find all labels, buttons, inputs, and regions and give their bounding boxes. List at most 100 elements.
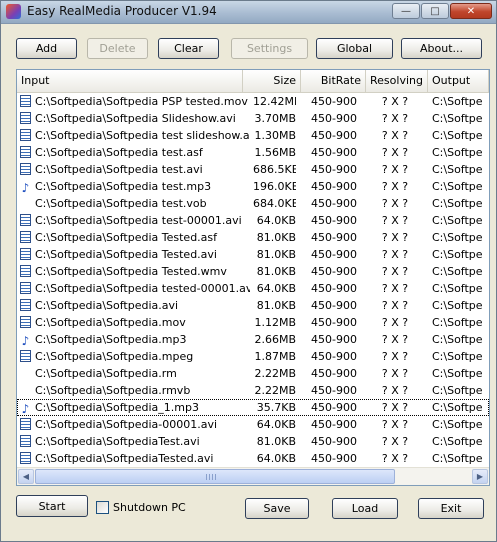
video-file-icon xyxy=(20,146,31,158)
column-header-input[interactable]: Input xyxy=(17,70,243,92)
cell-input: C:\Softpedia\Softpedia.mpeg xyxy=(20,348,250,365)
window-title: Easy RealMedia Producer V1.94 xyxy=(27,4,217,18)
cell-bitrate: 450-900 xyxy=(311,384,357,397)
save-button[interactable]: Save xyxy=(245,498,309,519)
input-path: C:\Softpedia\Softpedia.rmvb xyxy=(35,384,191,397)
cell-resolving: ? X ? xyxy=(381,214,409,227)
cell-size: 81.0KB xyxy=(256,248,296,261)
cell-output: C:\Softpe xyxy=(432,333,483,346)
list-item[interactable]: C:\Softpedia\Softpedia test slideshow.av… xyxy=(17,127,489,144)
list-item[interactable]: C:\Softpedia\Softpedia test.vob 684.0KB 45… xyxy=(17,195,489,212)
global-button[interactable]: Global xyxy=(316,38,393,59)
horizontal-scrollbar[interactable]: ◀ ▶ xyxy=(17,467,489,485)
close-icon[interactable]: ✕ xyxy=(450,3,492,19)
load-button[interactable]: Load xyxy=(332,498,398,519)
scroll-right-icon[interactable]: ▶ xyxy=(472,469,488,484)
input-path: C:\Softpedia\Softpedia test-00001.avi xyxy=(35,214,242,227)
add-button[interactable]: Add xyxy=(16,38,77,59)
list-item[interactable]: ♪ C:\Softpedia\Softpedia.mp3 2.66MB 450-900… xyxy=(17,331,489,348)
cell-bitrate: 450-900 xyxy=(311,197,357,210)
cell-output: C:\Softpe xyxy=(432,180,483,193)
column-header-output[interactable]: Output xyxy=(428,70,489,92)
cell-resolving: ? X ? xyxy=(381,452,409,465)
cell-input: C:\Softpedia\Softpedia Slideshow.avi xyxy=(20,110,250,127)
cell-size: 2.22MB xyxy=(254,367,296,380)
list-item[interactable]: C:\Softpedia\Softpedia PSP tested.mov 12.… xyxy=(17,93,489,110)
list-item[interactable]: ♪ C:\Softpedia\Softpedia_1.mp3 35.7KB 450-9… xyxy=(17,399,489,416)
blank-file-icon xyxy=(20,384,31,396)
column-header-resolving[interactable]: Resolving xyxy=(366,70,428,92)
cell-output: C:\Softpe xyxy=(432,231,483,244)
blank-file-icon xyxy=(20,197,31,209)
list-item[interactable]: C:\Softpedia\Softpedia.rmvb 2.22MB 450-900… xyxy=(17,382,489,399)
cell-size: 3.70MB xyxy=(254,112,296,125)
list-item[interactable]: C:\Softpedia\Softpedia tested-00001.avi 6… xyxy=(17,280,489,297)
list-item[interactable]: C:\Softpedia\Softpedia Tested.asf 81.0KB 4… xyxy=(17,229,489,246)
cell-resolving: ? X ? xyxy=(381,197,409,210)
maximize-icon[interactable]: □ xyxy=(421,3,449,19)
list-item[interactable]: C:\Softpedia\SoftpediaTested.avi 64.0KB 45… xyxy=(17,450,489,467)
list-item[interactable]: C:\Softpedia\Softpedia test-00001.avi 64.… xyxy=(17,212,489,229)
cell-bitrate: 450-900 xyxy=(311,231,357,244)
input-path: C:\Softpedia\Softpedia.rm xyxy=(35,367,177,380)
music-file-icon: ♪ xyxy=(21,402,30,416)
clear-button[interactable]: Clear xyxy=(158,38,219,59)
cell-size: 81.0KB xyxy=(256,435,296,448)
cell-bitrate: 450-900 xyxy=(311,112,357,125)
list-item[interactable]: C:\Softpedia\Softpedia.mpeg 1.87MB 450-900… xyxy=(17,348,489,365)
video-file-icon xyxy=(20,248,31,260)
cell-size: 686.5KB xyxy=(253,163,296,176)
cell-input: C:\Softpedia\Softpedia.avi xyxy=(20,297,250,314)
cell-input: C:\Softpedia\SoftpediaTested.avi xyxy=(20,450,250,467)
minimize-icon[interactable]: — xyxy=(392,3,420,19)
shutdown-checkbox[interactable] xyxy=(96,500,109,514)
cell-bitrate: 450-900 xyxy=(311,214,357,227)
list-item[interactable]: C:\Softpedia\Softpedia test.asf 1.56MB 450… xyxy=(17,144,489,161)
column-header-bitrate[interactable]: BitRate xyxy=(301,70,366,92)
list-item[interactable]: C:\Softpedia\Softpedia test.avi 686.5KB 45… xyxy=(17,161,489,178)
list-item[interactable]: C:\Softpedia\Softpedia.mov 1.12MB 450-900?… xyxy=(17,314,489,331)
cell-resolving: ? X ? xyxy=(381,163,409,176)
list-item[interactable]: C:\Softpedia\Softpedia.avi 81.0KB 450-900?… xyxy=(17,297,489,314)
exit-button[interactable]: Exit xyxy=(418,498,484,519)
list-item[interactable]: C:\Softpedia\Softpedia Slideshow.avi 3.70… xyxy=(17,110,489,127)
delete-button[interactable]: Delete xyxy=(87,38,148,59)
cell-input: C:\Softpedia\Softpedia.rmvb xyxy=(20,382,250,399)
cell-size: 1.30MB xyxy=(254,129,296,142)
cell-input: C:\Softpedia\Softpedia Tested.wmv xyxy=(20,263,250,280)
cell-input: C:\Softpedia\Softpedia-00001.avi xyxy=(20,416,250,433)
cell-output: C:\Softpe xyxy=(432,214,483,227)
start-button[interactable]: Start xyxy=(16,495,88,517)
cell-output: C:\Softpe xyxy=(432,265,483,278)
list-item[interactable]: C:\Softpedia\Softpedia Tested.wmv 81.0KB 4… xyxy=(17,263,489,280)
cell-bitrate: 450-900 xyxy=(311,435,357,448)
settings-button-label: Settings xyxy=(246,42,293,55)
cell-size: 81.0KB xyxy=(256,231,296,244)
column-header-size[interactable]: Size xyxy=(243,70,301,92)
scroll-left-icon[interactable]: ◀ xyxy=(18,469,34,484)
cell-resolving: ? X ? xyxy=(381,112,409,125)
cell-resolving: ? X ? xyxy=(381,333,409,346)
list-item[interactable]: C:\Softpedia\Softpedia.rm 2.22MB 450-900 ? … xyxy=(17,365,489,382)
settings-button[interactable]: Settings xyxy=(231,38,308,59)
list-item[interactable]: ♪ C:\Softpedia\Softpedia test.mp3 196.0KB 4… xyxy=(17,178,489,195)
file-list[interactable]: Input Size BitRate Resolving Output C:\S… xyxy=(16,69,490,486)
list-item[interactable]: C:\Softpedia\Softpedia-00001.avi 64.0KB 45… xyxy=(17,416,489,433)
scroll-thumb[interactable] xyxy=(35,469,395,484)
cell-size: 81.0KB xyxy=(256,299,296,312)
video-file-icon xyxy=(20,129,31,141)
title-bar[interactable]: Easy RealMedia Producer V1.94 — □ ✕ xyxy=(1,1,496,24)
list-item[interactable]: C:\Softpedia\Softpedia Tested.avi 81.0KB 4… xyxy=(17,246,489,263)
shutdown-option[interactable]: Shutdown PC xyxy=(96,499,186,515)
list-item[interactable]: C:\Softpedia\SoftpediaTest.avi 81.0KB 450-… xyxy=(17,433,489,450)
cell-bitrate: 450-900 xyxy=(311,163,357,176)
cell-bitrate: 450-900 xyxy=(311,95,357,108)
cell-resolving: ? X ? xyxy=(381,248,409,261)
add-button-label: Add xyxy=(35,42,58,55)
cell-resolving: ? X ? xyxy=(381,384,409,397)
cell-size: 64.0KB xyxy=(256,214,296,227)
about-button[interactable]: About... xyxy=(401,38,482,59)
cell-input: C:\Softpedia\Softpedia test.avi xyxy=(20,161,250,178)
input-path: C:\Softpedia\Softpedia PSP tested.mov xyxy=(35,95,248,108)
cell-output: C:\Softpe xyxy=(432,316,483,329)
